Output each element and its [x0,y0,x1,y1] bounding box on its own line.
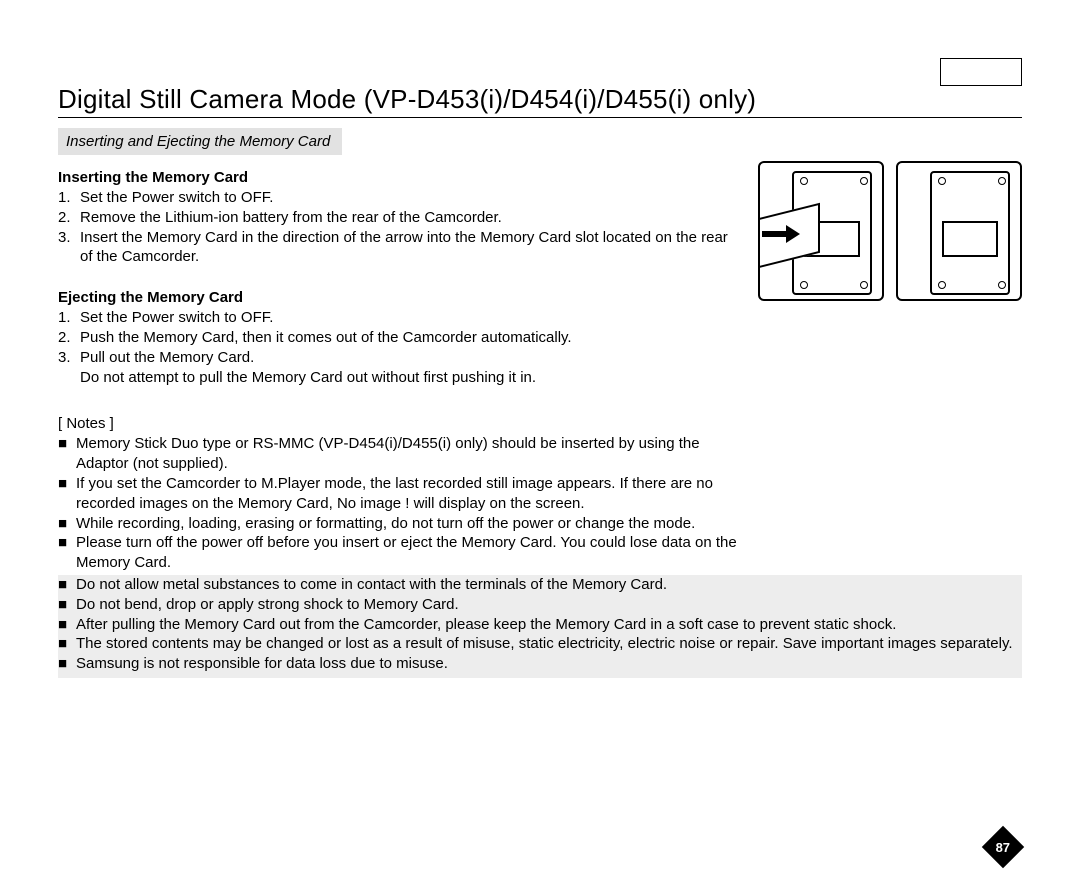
list-item: ■Do not allow metal substances to come i… [58,575,1022,595]
list-item: ■Samsung is not responsible for data los… [58,654,1022,674]
page-title: Digital Still Camera Mode (VP-D453(i)/D4… [58,84,1022,115]
notes-label: [ Notes ] [58,415,740,432]
list-item: 3.Insert the Memory Card in the directio… [58,228,740,268]
list-item: ■After pulling the Memory Card out from … [58,615,1022,635]
list-item: 1.Set the Power switch to OFF. [58,308,740,328]
list-item: ■If you set the Camcorder to M.Player mo… [58,474,740,514]
list-item: ■Memory Stick Duo type or RS-MMC (VP-D45… [58,434,740,474]
list-item: ■The stored contents may be changed or l… [58,634,1022,654]
manual-page: Digital Still Camera Mode (VP-D453(i)/D4… [0,0,1080,880]
title-underline [58,117,1022,118]
list-item: ■Please turn off the power off before yo… [58,533,740,573]
list-item: ■While recording, loading, erasing or fo… [58,514,740,534]
text-column: Inserting the Memory Card 1.Set the Powe… [58,155,740,573]
page-number: 87 [996,840,1010,855]
insert-card-diagram [758,161,884,301]
eject-card-diagram [896,161,1022,301]
list-item: 2.Push the Memory Card, then it comes ou… [58,328,740,348]
notes-list-narrow: ■Memory Stick Duo type or RS-MMC (VP-D45… [58,434,740,573]
ejecting-heading: Ejecting the Memory Card [58,289,740,306]
list-item: ■Do not bend, drop or apply strong shock… [58,595,1022,615]
list-item: 2.Remove the Lithium-ion battery from th… [58,208,740,228]
inserting-heading: Inserting the Memory Card [58,169,740,186]
diagrams-column [740,155,1022,301]
arrow-icon [762,227,802,241]
list-item: 1.Set the Power switch to OFF. [58,188,740,208]
content-row: Inserting the Memory Card 1.Set the Powe… [58,155,1022,573]
ejecting-steps: 1.Set the Power switch to OFF. 2.Push th… [58,308,740,387]
list-item: 3.Pull out the Memory Card. Do not attem… [58,348,740,388]
ejecting-block: Ejecting the Memory Card 1.Set the Power… [58,289,740,387]
language-badge [940,58,1022,86]
notes-list-wide: ■Do not allow metal substances to come i… [58,575,1022,678]
section-heading-bar: Inserting and Ejecting the Memory Card [58,128,342,155]
page-number-badge: 87 [982,826,1024,868]
inserting-steps: 1.Set the Power switch to OFF. 2.Remove … [58,188,740,267]
